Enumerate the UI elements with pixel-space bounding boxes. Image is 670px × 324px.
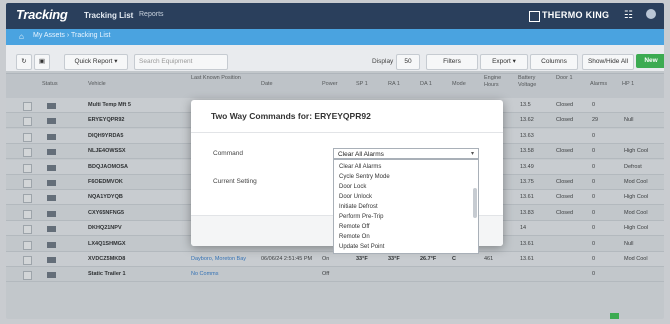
nav-reports[interactable]: Reports <box>139 11 164 18</box>
app-logo[interactable]: Tracking <box>16 7 68 22</box>
command-option[interactable]: Initiate Defrost <box>339 204 378 210</box>
new-button[interactable]: New <box>636 54 664 68</box>
search-input[interactable]: Search Equipment <box>134 54 228 70</box>
dropdown-scrollbar[interactable] <box>473 188 477 218</box>
command-select[interactable]: Clear All Alarms ▾ <box>333 148 479 159</box>
show-hide-all-button[interactable]: Show/Hide All <box>582 54 634 70</box>
command-label: Command <box>213 150 243 157</box>
user-avatar-icon[interactable] <box>646 9 656 19</box>
command-option[interactable]: Cycle Sentry Mode <box>339 174 390 180</box>
filters-button[interactable]: Filters <box>426 54 478 70</box>
refresh-button[interactable]: ↻ <box>16 54 32 70</box>
dialog-title: Two Way Commands for: ERYEYQPR92 <box>211 111 371 121</box>
thermo-king-logo-icon <box>529 11 540 22</box>
nav-tracking-list[interactable]: Tracking List <box>84 11 133 20</box>
display-label: Display <box>372 58 394 65</box>
command-option[interactable]: Door Lock <box>339 184 366 190</box>
quick-report-button[interactable]: Quick Report ▾ <box>64 54 128 70</box>
command-option[interactable]: Perform Pre-Trip <box>339 214 383 220</box>
command-selected-value: Clear All Alarms <box>338 151 384 158</box>
current-setting-label: Current Setting <box>213 178 257 185</box>
brand-name: THERMO KING <box>542 10 610 20</box>
command-option[interactable]: Clear All Alarms <box>339 164 381 170</box>
status-indicator <box>610 313 619 319</box>
command-option[interactable]: Update Set Point <box>339 244 384 250</box>
command-option[interactable]: Remote Off <box>339 224 370 230</box>
command-option[interactable]: Remote On <box>339 234 370 240</box>
app-window: Tracking Tracking List Reports THERMO KI… <box>6 3 664 319</box>
breadcrumb[interactable]: My Assets › Tracking List <box>33 32 110 39</box>
grid-menu-icon[interactable]: ☷ <box>624 10 633 21</box>
export-button[interactable]: Export ▾ <box>480 54 528 70</box>
display-select[interactable]: 50 <box>396 54 420 70</box>
home-icon[interactable]: ⌂ <box>19 32 24 41</box>
map-view-button[interactable]: ▣ <box>34 54 50 70</box>
divider <box>191 132 503 133</box>
command-dropdown-list: Clear All Alarms Cycle Sentry Mode Door Lo… <box>333 159 479 254</box>
columns-button[interactable]: Columns <box>530 54 578 70</box>
command-option[interactable]: Door Unlock <box>339 194 372 200</box>
